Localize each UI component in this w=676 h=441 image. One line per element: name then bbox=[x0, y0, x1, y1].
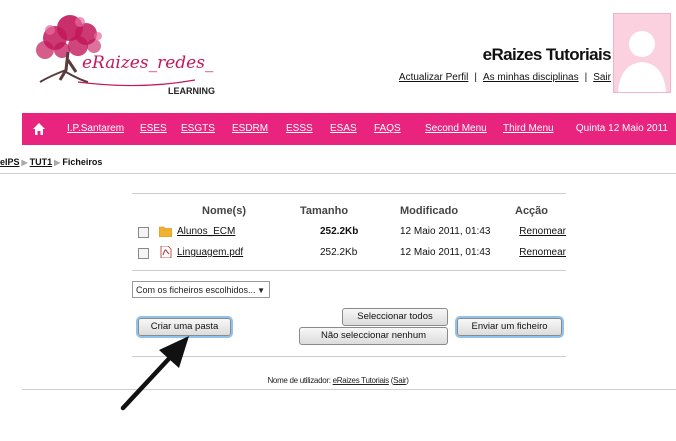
my-courses-link[interactable]: As minhas disciplinas bbox=[483, 72, 579, 83]
column-header-modified[interactable]: Modificado bbox=[400, 205, 458, 217]
table-row: Linguagem.pdf 252.2Kb 12 Maio 2011, 01:4… bbox=[138, 245, 568, 265]
file-modified: 12 Maio 2011, 01:43 bbox=[400, 226, 491, 237]
site-logo[interactable]: eRaizes_redes_ LEARNING bbox=[20, 10, 240, 100]
annotation-arrow-icon bbox=[120, 336, 189, 411]
file-modified: 12 Maio 2011, 01:43 bbox=[400, 247, 491, 258]
divider bbox=[132, 270, 566, 271]
breadcrumb-arrow-icon: ▶ bbox=[21, 158, 28, 167]
divider bbox=[132, 193, 566, 194]
logo-text: eRaizes_redes_ bbox=[82, 53, 214, 73]
row-checkbox[interactable] bbox=[138, 227, 149, 238]
pdf-file-icon bbox=[160, 246, 172, 258]
column-header-name[interactable]: Nome(s) bbox=[202, 205, 246, 217]
select-all-button[interactable]: Seleccionar todos bbox=[342, 308, 448, 326]
breadcrumb-item-tut1[interactable]: TUT1 bbox=[30, 157, 53, 167]
nav-item-third-menu[interactable]: Third Menu bbox=[503, 123, 554, 134]
dropdown-caret-icon: ▼ bbox=[257, 286, 265, 295]
footer-login-info: Nome de utilizador: eRaizes Tutoriais (S… bbox=[267, 376, 409, 385]
logo-subtext: LEARNING bbox=[168, 86, 215, 96]
column-header-size[interactable]: Tamanho bbox=[300, 205, 348, 217]
bulk-action-select[interactable]: Com os ficheiros escolhidos... ▼ bbox=[132, 281, 270, 298]
nav-item-faqs[interactable]: FAQS bbox=[374, 123, 401, 134]
nav-item-esss[interactable]: ESSS bbox=[286, 123, 313, 134]
nav-item-esas[interactable]: ESAS bbox=[330, 123, 357, 134]
breadcrumb: eIPS ▶ TUT1 ▶ Ficheiros bbox=[0, 157, 102, 167]
footer-user-link[interactable]: eRaizes Tutoriais bbox=[333, 376, 390, 385]
divider bbox=[132, 356, 566, 357]
file-size: 252.2Kb bbox=[320, 247, 358, 258]
folder-icon bbox=[159, 226, 172, 237]
nav-item-esgts[interactable]: ESGTS bbox=[181, 123, 215, 134]
nav-item-ipsantarem[interactable]: I.P.Santarem bbox=[67, 123, 124, 134]
rename-link[interactable]: Renomear bbox=[519, 226, 566, 237]
breadcrumb-arrow-icon: ▶ bbox=[54, 158, 61, 167]
file-name-link[interactable]: Alunos_ECM bbox=[177, 226, 235, 237]
nav-item-second-menu[interactable]: Second Menu bbox=[425, 123, 487, 134]
bulk-action-value: Com os ficheiros escolhidos... bbox=[136, 285, 256, 295]
avatar[interactable] bbox=[613, 13, 671, 93]
column-header-action: Acção bbox=[515, 205, 549, 217]
select-none-button[interactable]: Não seleccionar nenhum bbox=[299, 327, 448, 345]
upload-file-button[interactable]: Enviar um ficheiro bbox=[457, 318, 562, 336]
table-row: Alunos_ECM 252.2Kb 12 Maio 2011, 01:43 R… bbox=[138, 224, 568, 244]
file-size: 252.2Kb bbox=[320, 226, 359, 237]
breadcrumb-item-eips[interactable]: eIPS bbox=[0, 157, 20, 167]
divider bbox=[0, 173, 676, 174]
update-profile-link[interactable]: Actualizar Perfil bbox=[399, 72, 468, 83]
nav-item-esdrm[interactable]: ESDRM bbox=[232, 123, 268, 134]
header-links: Actualizar Perfil | As minhas disciplinas |… bbox=[398, 72, 611, 83]
main-nav: I.P.Santarem ESES ESGTS ESDRM ESSS ESAS … bbox=[22, 113, 676, 145]
tree-logo-icon: eRaizes_redes_ LEARNING bbox=[36, 15, 215, 96]
nav-item-eses[interactable]: ESES bbox=[140, 123, 167, 134]
breadcrumb-current: Ficheiros bbox=[62, 157, 103, 167]
user-silhouette-icon bbox=[618, 31, 666, 92]
file-name-link[interactable]: Linguagem.pdf bbox=[177, 247, 243, 258]
nav-date: Quinta 12 Maio 2011 bbox=[575, 123, 668, 134]
row-checkbox[interactable] bbox=[138, 248, 149, 259]
rename-link[interactable]: Renomear bbox=[519, 247, 566, 258]
footer-logout-link[interactable]: Sair bbox=[393, 376, 406, 385]
site-title: eRaizes Tutoriais bbox=[482, 45, 612, 64]
logout-link[interactable]: Sair bbox=[593, 72, 611, 83]
home-icon[interactable] bbox=[32, 122, 46, 136]
